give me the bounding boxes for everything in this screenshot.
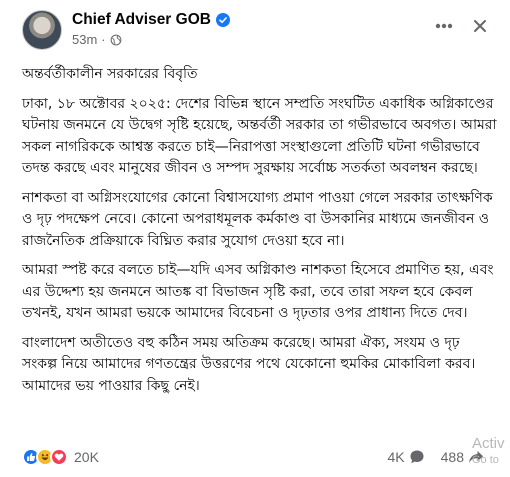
post-card: Chief Adviser GOB 53m · অন্তর্বর্তীকালীন… bbox=[0, 0, 510, 477]
globe-icon bbox=[110, 34, 122, 45]
comment-stat[interactable]: 4K bbox=[388, 449, 425, 465]
close-icon bbox=[474, 20, 486, 32]
page-avatar[interactable] bbox=[22, 10, 62, 50]
post-timestamp[interactable]: 53m bbox=[72, 32, 97, 47]
reaction-summary[interactable]: 20K bbox=[22, 448, 99, 466]
page-name[interactable]: Chief Adviser GOB bbox=[72, 11, 211, 29]
reaction-count[interactable]: 20K bbox=[74, 449, 99, 465]
verified-badge-icon bbox=[215, 13, 230, 27]
post-title: অন্তর্বর্তীকালীন সরকারের বিবৃতি bbox=[22, 66, 198, 82]
post-paragraph: নাশকতা বা অগ্নিসংযোগের কোনো বিশ্বাসযোগ্য… bbox=[22, 189, 493, 249]
watermark-line: Activ bbox=[472, 435, 505, 452]
more-options-icon bbox=[435, 23, 453, 29]
post-footer: 20K 4K 488 bbox=[22, 444, 510, 470]
post-body: অন্তর্বর্তীকালীন সরকারের বিবৃতি ঢাকা, ১৮… bbox=[22, 64, 498, 405]
page-name-row: Chief Adviser GOB bbox=[72, 11, 230, 29]
post-paragraph: বাংলাদেশ অতীতেও বহু কঠিন সময় অতিক্রম কর… bbox=[22, 334, 476, 394]
post-paragraph: ঢাকা, ১৮ অক্টোবর ২০২৫: দেশের বিভিন্ন স্থ… bbox=[22, 95, 497, 177]
more-options-button[interactable] bbox=[432, 14, 456, 38]
activate-windows-watermark: Activ Go to bbox=[472, 436, 505, 468]
meta-separator: · bbox=[101, 32, 106, 47]
post-meta: 53m · bbox=[72, 32, 122, 47]
watermark-line: Go to bbox=[472, 454, 499, 466]
love-reaction-icon bbox=[50, 448, 68, 466]
share-count: 488 bbox=[440, 449, 464, 465]
comment-icon bbox=[410, 450, 424, 464]
engagement-stats: 4K 488 bbox=[372, 444, 484, 470]
post-header: Chief Adviser GOB 53m · bbox=[22, 10, 492, 60]
post-paragraph: আমরা স্পষ্ট করে বলতে চাই—যদি এসব অগ্নিকা… bbox=[22, 262, 494, 321]
comment-count: 4K bbox=[387, 449, 405, 465]
close-button[interactable] bbox=[468, 14, 492, 38]
